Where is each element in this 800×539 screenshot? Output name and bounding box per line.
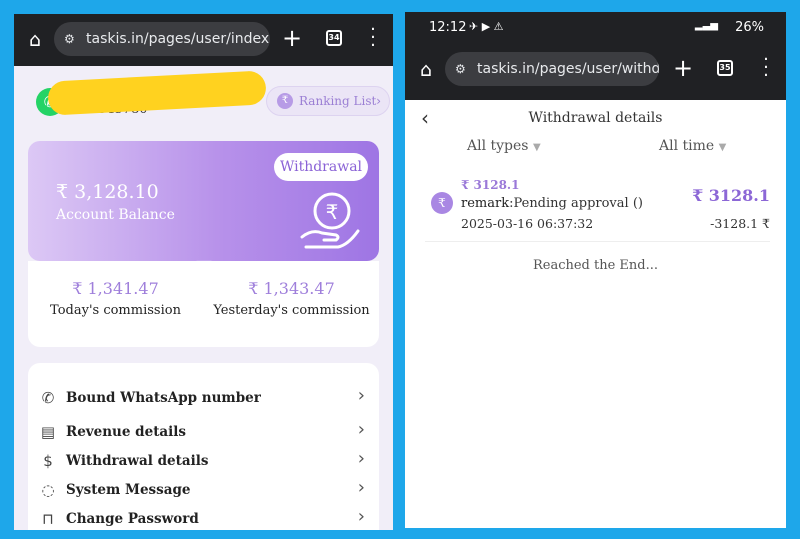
page-header: ‹ Withdrawal details xyxy=(405,100,786,140)
tab-switcher-button[interactable]: 34 xyxy=(326,30,342,46)
withdrawal-record[interactable]: ₹ ₹ 3128.1 remark:Pending approval () 20… xyxy=(425,176,770,242)
left-screenshot: ⌂ ⚙ taskis.in/pages/user/index + 34 · · · … xyxy=(14,14,393,530)
tab-switcher-button[interactable]: 35 xyxy=(717,60,733,76)
dropdown-triangle-icon: ▼ xyxy=(532,142,541,153)
menu-list: ✆ Bound WhatsApp number › ▤ Revenue deta… xyxy=(28,363,379,530)
notification-icons: ✈ ▶ ⚠ xyxy=(469,20,504,33)
account-balance-amount: ₹ 3,128.10 xyxy=(56,181,159,203)
ranking-list-button[interactable]: ₹ Ranking List › xyxy=(266,86,390,116)
status-time: 12:12 xyxy=(429,20,467,35)
home-icon[interactable]: ⌂ xyxy=(415,59,437,81)
yesterday-commission: ₹ 1,343.47 Yesterday's commission xyxy=(204,279,379,318)
withdrawal-button[interactable]: Withdrawal xyxy=(274,153,368,181)
lock-icon: ⊓ xyxy=(42,510,54,528)
chevron-right-icon: › xyxy=(357,448,365,469)
redaction-mark xyxy=(47,70,267,116)
ranking-list-label: Ranking List xyxy=(299,94,377,108)
rupee-coin-icon: ₹ xyxy=(277,93,293,109)
dropdown-triangle-icon: ▼ xyxy=(718,142,727,153)
today-commission: ₹ 1,341.47 Today's commission xyxy=(28,279,203,318)
chevron-right-icon: › xyxy=(376,94,381,108)
address-bar[interactable]: ⚙ taskis.in/pages/user/index xyxy=(54,22,270,56)
remark-key: remark xyxy=(461,196,510,211)
menu-item-label: Withdrawal details xyxy=(66,453,209,469)
menu-item-label: Change Password xyxy=(66,511,199,527)
document-icon: ▤ xyxy=(40,423,56,441)
account-balance-label: Account Balance xyxy=(56,207,175,223)
record-amount: ₹ 3128.1 xyxy=(461,178,520,192)
chevron-right-icon: › xyxy=(357,419,365,440)
menu-item-system-message[interactable]: ◌ System Message › xyxy=(28,477,379,505)
home-icon[interactable]: ⌂ xyxy=(24,29,46,51)
time-filter-label: All time xyxy=(659,138,715,154)
url-text: taskis.in/pages/user/withdrea xyxy=(477,61,659,77)
end-of-list-text: Reached the End... xyxy=(532,258,659,273)
site-settings-icon[interactable]: ⚙ xyxy=(64,22,75,56)
menu-item-change-password[interactable]: ⊓ Change Password › xyxy=(28,506,379,530)
chevron-right-icon: › xyxy=(357,477,365,498)
chevron-right-icon: › xyxy=(357,385,365,406)
menu-item-revenue[interactable]: ▤ Revenue details › xyxy=(28,419,379,447)
rupee-hand-icon: ₹ xyxy=(300,192,360,249)
new-tab-icon[interactable]: + xyxy=(671,56,695,80)
record-amount-large: ₹ 3128.1 xyxy=(692,186,770,205)
type-filter[interactable]: All types ▼ xyxy=(467,138,541,154)
menu-item-withdrawal[interactable]: $ Withdrawal details › xyxy=(28,448,379,476)
battery-level: 26% xyxy=(735,20,764,35)
status-bar: 12:12 ✈ ▶ ⚠ ▂▃▅ 26% xyxy=(405,12,786,42)
today-commission-value: ₹ 1,341.47 xyxy=(72,279,159,298)
remark-value: :Pending approval () xyxy=(509,196,643,211)
phone-icon: ✆ xyxy=(41,389,55,407)
yesterday-commission-label: Yesterday's commission xyxy=(213,303,370,318)
more-menu-icon[interactable]: · · · xyxy=(761,51,771,85)
svg-text:₹: ₹ xyxy=(326,200,339,224)
menu-item-label: System Message xyxy=(66,482,191,498)
new-tab-icon[interactable]: + xyxy=(280,26,304,50)
today-commission-label: Today's commission xyxy=(50,303,181,318)
record-remark: remark:Pending approval () xyxy=(461,196,643,211)
balance-card: Withdrawal ₹ 3,128.10 Account Balance ₹ xyxy=(28,141,379,261)
menu-item-label: Bound WhatsApp number xyxy=(66,390,261,406)
browser-toolbar: ⌂ ⚙ taskis.in/pages/user/index + 34 · · · xyxy=(14,14,393,66)
browser-toolbar: 12:12 ✈ ▶ ⚠ ▂▃▅ 26% ⌂ ⚙ taskis.in/pages/… xyxy=(405,12,786,100)
signal-icon: ▂▃▅ xyxy=(694,20,718,31)
money-bag-icon: $ xyxy=(43,452,53,470)
site-settings-icon[interactable]: ⚙ xyxy=(455,52,466,86)
filter-bar: All types ▼ All time ▼ xyxy=(405,138,786,166)
menu-item-whatsapp[interactable]: ✆ Bound WhatsApp number › xyxy=(28,385,379,413)
record-amount-net: -3128.1 ₹ xyxy=(710,216,770,231)
more-menu-icon[interactable]: · · · xyxy=(368,21,378,55)
page-title: Withdrawal details xyxy=(528,110,663,126)
time-filter[interactable]: All time ▼ xyxy=(659,138,726,154)
right-screenshot: 12:12 ✈ ▶ ⚠ ▂▃▅ 26% ⌂ ⚙ taskis.in/pages/… xyxy=(405,12,786,528)
url-text: taskis.in/pages/user/index xyxy=(86,31,270,47)
record-datetime: 2025-03-16 06:37:32 xyxy=(461,216,594,231)
rupee-coin-icon: ₹ xyxy=(431,192,453,214)
commission-card: ₹ 1,341.47 Today's commission ₹ 1,343.47… xyxy=(28,261,379,347)
chat-icon: ◌ xyxy=(41,481,55,499)
yesterday-commission-value: ₹ 1,343.47 xyxy=(248,279,335,298)
address-bar[interactable]: ⚙ taskis.in/pages/user/withdrea xyxy=(445,52,659,86)
chevron-right-icon: › xyxy=(357,506,365,527)
type-filter-label: All types xyxy=(467,138,529,154)
menu-item-label: Revenue details xyxy=(66,424,187,440)
